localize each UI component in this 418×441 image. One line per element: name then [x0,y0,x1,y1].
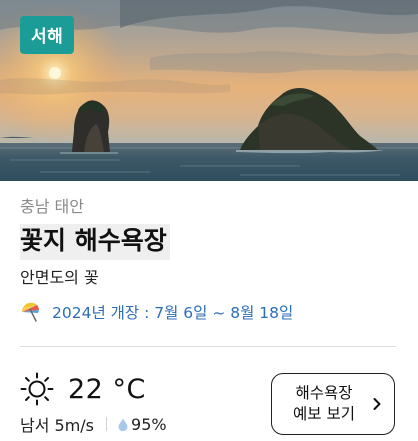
forecast-button-line2: 예보 보기 [293,405,355,423]
humidity-value: 95% [131,414,167,434]
forecast-button-line1: 해수욕장 [295,384,353,402]
beach-description: 안면도의 꽃 [20,268,99,287]
water-drop-icon [118,418,128,431]
forecast-button[interactable]: 해수욕장 예보 보기 [271,373,395,435]
sun-icon [20,372,54,406]
separator [106,417,108,431]
wind-info: 남서 5m/s [20,416,95,435]
chevron-right-icon [373,398,381,410]
opening-period-text: 2024년 개장 : 7월 6일 ~ 8월 18일 [52,304,294,322]
weather-current: 22 °C [20,372,146,406]
beach-umbrella-icon [21,302,39,322]
region-badge: 서해 [20,16,75,54]
region-label: 충남 태안 [20,197,84,216]
opening-period: 2024년 개장 : 7월 6일 ~ 8월 18일 [20,301,293,323]
beach-card[interactable]: 서해 충남 태안 꽃지 해수욕장 안면도의 꽃 2024년 개장 : 7월 6일… [0,0,418,441]
weather-details: 남서 5m/s 95% [20,412,167,436]
hero-image[interactable]: 서해 [0,0,418,181]
divider [20,346,396,347]
temperature: 22 °C [68,373,146,405]
forecast-button-label: 해수욕장 예보 보기 [286,383,362,425]
beach-name[interactable]: 꽃지 해수욕장 [20,224,170,260]
